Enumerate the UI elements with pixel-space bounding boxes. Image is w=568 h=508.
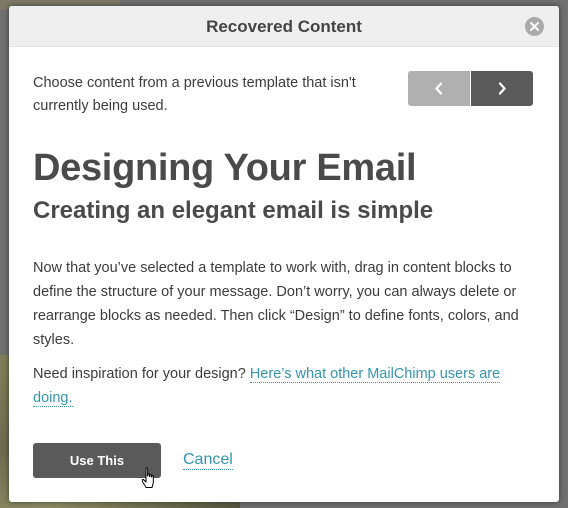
next-button[interactable] — [471, 71, 533, 106]
dialog-header: Recovered Content — [9, 6, 559, 47]
template-pager — [408, 71, 533, 106]
content-body-text: Now that you’ve selected a template to w… — [33, 260, 519, 348]
chevron-right-icon — [498, 82, 506, 95]
recovered-content-dialog: Recovered Content Choose content from a … — [9, 6, 559, 502]
dialog-intro-text: Choose content from a previous template … — [33, 75, 356, 114]
inspiration-text: Need inspiration for your design? Here’s… — [33, 362, 533, 410]
close-icon — [530, 22, 539, 31]
content-subheading: Creating an elegant email is simple — [33, 197, 434, 224]
chevron-left-icon — [435, 82, 443, 95]
inspiration-prefix: Need inspiration for your design? — [33, 366, 246, 382]
dialog-title: Recovered Content — [206, 17, 362, 36]
close-button[interactable] — [525, 17, 544, 36]
hand-pointer-icon — [141, 467, 154, 488]
previous-button[interactable] — [408, 71, 470, 106]
content-heading: Designing Your Email — [33, 147, 417, 189]
cancel-link[interactable]: Cancel — [183, 450, 233, 470]
